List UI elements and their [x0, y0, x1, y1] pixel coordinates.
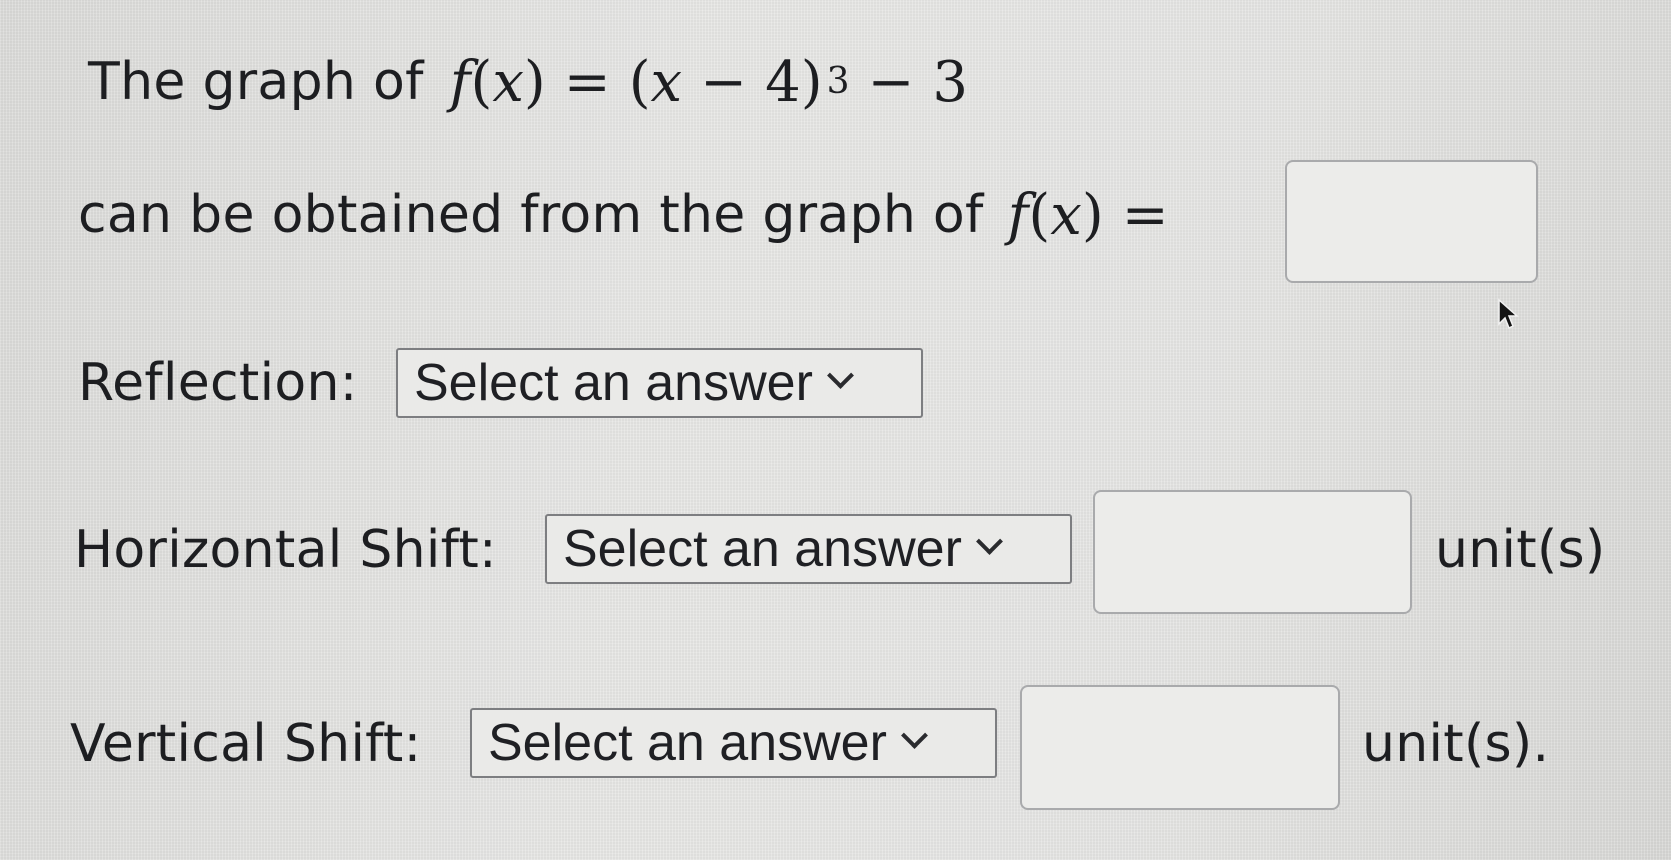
vertical-shift-unit: unit(s).	[1362, 714, 1550, 774]
vertical-shift-amount-input[interactable]	[1020, 685, 1340, 810]
vertical-shift-select-value: Select an answer	[488, 714, 887, 772]
vertical-shift-row: Vertical Shift:	[70, 706, 421, 782]
vertical-shift-unit-row: unit(s).	[1362, 706, 1549, 782]
parent-function-input[interactable]	[1285, 160, 1538, 283]
question-line-1: The graph of f(x) =(x −4) 3−3	[88, 42, 968, 122]
horizontal-shift-amount-input[interactable]	[1093, 490, 1412, 614]
parent-function-formula: f(x) =	[1007, 182, 1169, 248]
horizontal-shift-row: Horizontal Shift:	[74, 512, 497, 588]
mouse-cursor-icon	[1498, 298, 1519, 330]
chevron-down-icon	[900, 721, 928, 749]
question-line-2: can be obtained from the graph of f(x) =	[78, 175, 1187, 255]
horizontal-shift-select-value: Select an answer	[563, 520, 962, 578]
given-function-formula: f(x) =(x −4) 3−3	[449, 49, 969, 115]
chevron-down-icon	[826, 361, 854, 389]
horizontal-shift-unit-row: unit(s)	[1435, 512, 1606, 588]
chevron-down-icon	[975, 527, 1003, 555]
question-text-2: can be obtained from the graph of	[78, 185, 984, 245]
horizontal-shift-select[interactable]: Select an answer	[545, 514, 1072, 584]
reflection-label: Reflection:	[78, 353, 358, 413]
horizontal-shift-label: Horizontal Shift:	[74, 520, 497, 580]
reflection-row: Reflection:	[78, 345, 358, 421]
vertical-shift-select[interactable]: Select an answer	[470, 708, 997, 778]
reflection-select[interactable]: Select an answer	[396, 348, 923, 418]
horizontal-shift-unit: unit(s)	[1435, 520, 1606, 580]
vertical-shift-label: Vertical Shift:	[70, 714, 422, 774]
question-text-1: The graph of	[88, 52, 424, 112]
reflection-select-value: Select an answer	[414, 354, 813, 412]
